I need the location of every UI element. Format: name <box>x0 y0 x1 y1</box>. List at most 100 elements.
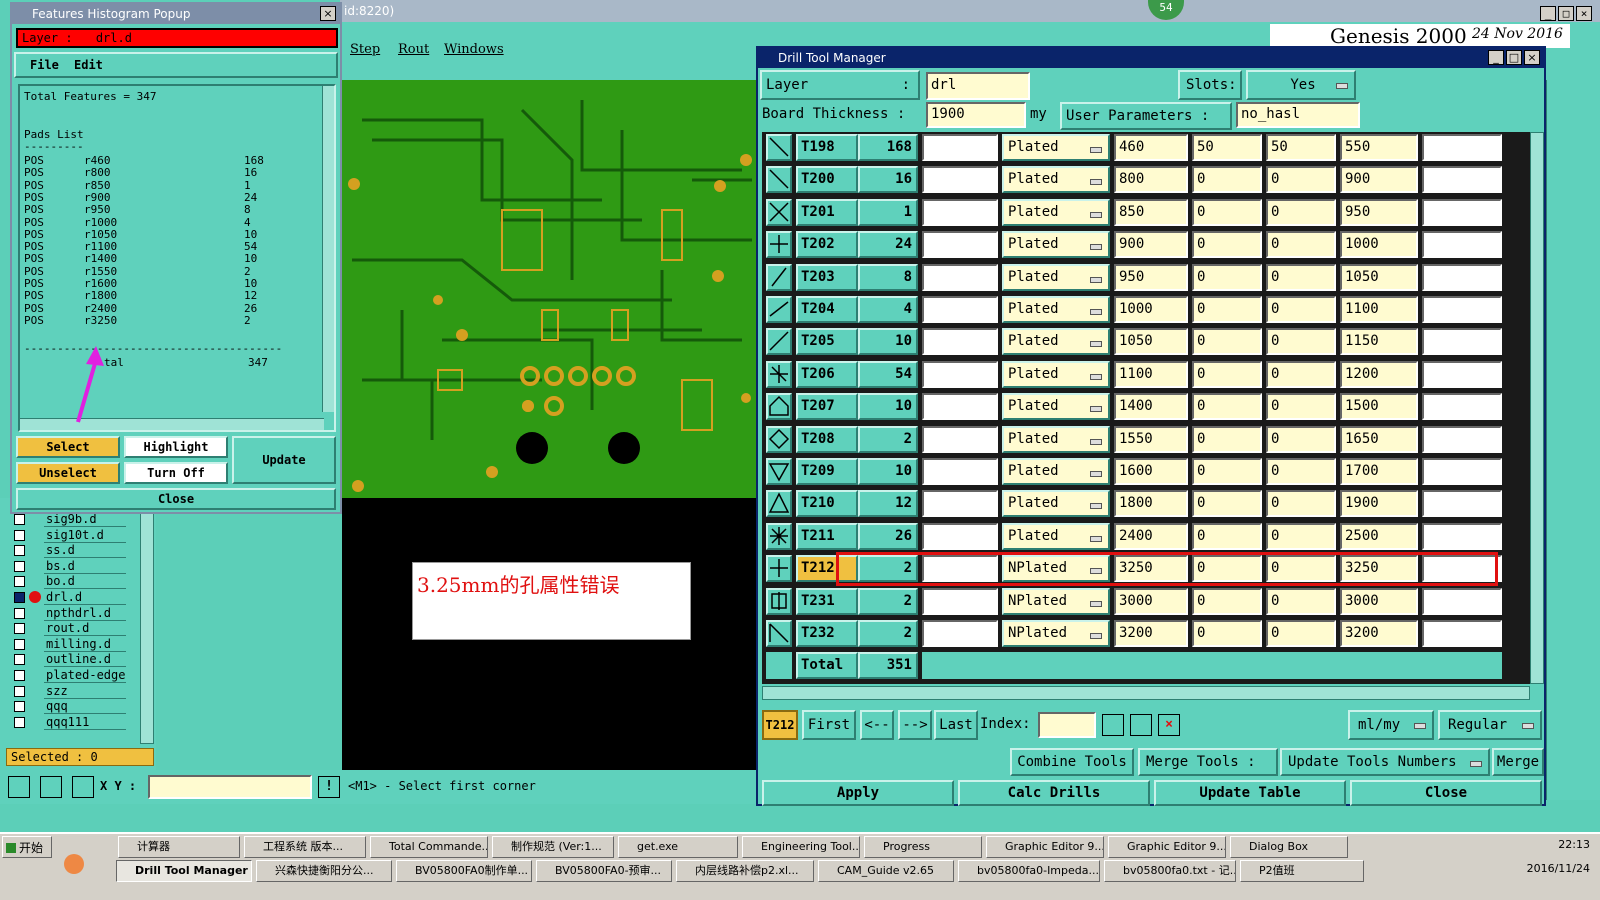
tool-value-field[interactable]: 0 <box>1192 231 1262 259</box>
tool-text-field[interactable] <box>922 587 998 615</box>
tool-value-field[interactable]: 1700 <box>1340 458 1418 485</box>
tool-value-field[interactable]: 1100 <box>1340 296 1418 323</box>
tool-text-field[interactable] <box>1422 620 1502 647</box>
menu-edit[interactable]: Edit <box>74 58 103 72</box>
close-icon[interactable]: × <box>1576 6 1592 21</box>
taskbar-button[interactable]: Drill Tool Manager <box>116 860 252 882</box>
layer-list-item[interactable]: sig10t.d <box>12 527 130 543</box>
tool-value-field[interactable]: 1000 <box>1340 231 1418 259</box>
maximize-icon[interactable]: □ <box>1506 50 1522 65</box>
tool-text-field[interactable] <box>922 328 998 356</box>
tool-type-select[interactable]: Plated <box>1002 166 1110 194</box>
tool-text-field[interactable] <box>922 425 998 453</box>
taskbar-button[interactable]: P2值班 <box>1240 860 1364 882</box>
tool-value-field[interactable]: 1400 <box>1114 393 1188 421</box>
tool-value-field[interactable]: 0 <box>1266 263 1336 291</box>
close-icon[interactable]: × <box>1524 50 1540 65</box>
tool-value-field[interactable]: 0 <box>1192 587 1262 615</box>
dtm-layer-input[interactable]: drl <box>926 72 1030 100</box>
layer-list-item[interactable]: bo.d <box>12 574 130 590</box>
taskbar-button[interactable]: Dialog Box <box>1230 836 1348 858</box>
taskbar-button[interactable]: 兴森快捷衡阳分公... <box>256 860 392 882</box>
tool-number[interactable]: T207 <box>796 393 858 421</box>
tool-value-field[interactable]: 3200 <box>1340 620 1418 647</box>
tool-number[interactable]: T202 <box>796 231 858 259</box>
layer-list-item[interactable]: qqq <box>12 699 130 715</box>
tool-type-select[interactable]: Plated <box>1002 458 1110 485</box>
taskbar-button[interactable]: Progress <box>864 836 982 858</box>
tool-value-field[interactable]: 0 <box>1192 328 1262 356</box>
update-table-button[interactable]: Update Table <box>1154 780 1346 806</box>
tool-text-field[interactable] <box>922 198 998 226</box>
tool-type-select[interactable]: Plated <box>1002 490 1110 518</box>
taskbar-button[interactable]: get.exe <box>618 836 738 858</box>
tool-value-field[interactable]: 1500 <box>1340 393 1418 421</box>
tool-text-field[interactable] <box>1422 166 1502 194</box>
taskbar-button[interactable]: CAM_Guide v2.65 <box>818 860 954 882</box>
tool-value-field[interactable]: 50 <box>1266 134 1336 161</box>
tool-text-field[interactable] <box>922 490 998 518</box>
tool-type-select[interactable]: NPlated <box>1002 587 1110 615</box>
menu-rout[interactable]: Rout <box>398 42 429 57</box>
apply-button[interactable]: Apply <box>762 780 954 806</box>
tool-number[interactable]: T231 <box>796 587 858 615</box>
tool-value-field[interactable]: 0 <box>1192 425 1262 453</box>
tool-text-field[interactable] <box>1422 393 1502 421</box>
combine-tools-button[interactable]: Combine Tools <box>1010 748 1134 776</box>
layer-checkbox[interactable] <box>14 685 25 697</box>
tool-text-field[interactable] <box>922 522 998 550</box>
update-button[interactable]: Update <box>232 436 336 484</box>
layer-checkbox[interactable] <box>14 716 25 728</box>
layer-list-item[interactable]: rout.d <box>12 621 130 637</box>
dtm-close-button[interactable]: Close <box>1350 780 1542 806</box>
tool-type-select[interactable]: Plated <box>1002 328 1110 356</box>
tool-value-field[interactable]: 0 <box>1266 328 1336 356</box>
tool-number[interactable]: T201 <box>796 198 858 226</box>
layer-list-item[interactable]: plated-edge <box>12 668 130 683</box>
tool-text-field[interactable] <box>1422 360 1502 388</box>
tool-value-field[interactable]: 3000 <box>1340 587 1418 615</box>
tool-text-field[interactable] <box>1422 328 1502 356</box>
layer-list-item[interactable]: milling.d <box>12 636 130 652</box>
tool-value-field[interactable]: 0 <box>1266 458 1336 485</box>
mode-select[interactable]: Regular <box>1438 710 1542 740</box>
tool-value-field[interactable]: 1050 <box>1114 328 1188 356</box>
tool-value-field[interactable]: 850 <box>1114 198 1188 226</box>
taskbar-button[interactable]: bv05800fa0.txt - 记... <box>1104 860 1236 882</box>
tool-value-field[interactable]: 950 <box>1114 263 1188 291</box>
layer-list-item[interactable]: drl.d <box>12 590 130 605</box>
highlight-button[interactable]: Highlight <box>124 436 228 458</box>
tool-value-field[interactable]: 800 <box>1114 166 1188 194</box>
minimize-icon[interactable]: _ <box>1488 50 1504 65</box>
layer-checkbox[interactable] <box>14 701 25 713</box>
layer-checkbox[interactable] <box>14 654 25 666</box>
tool-text-field[interactable] <box>1422 458 1502 485</box>
tool-value-field[interactable]: 1000 <box>1114 296 1188 323</box>
taskbar-button[interactable]: Engineering Tool... <box>742 836 860 858</box>
taskbar-button[interactable]: 制作规范 (Ver:1... <box>492 836 614 858</box>
corner-tool-icon[interactable] <box>8 776 30 798</box>
tool-value-field[interactable]: 0 <box>1266 425 1336 453</box>
tool-type-select[interactable]: Plated <box>1002 134 1110 161</box>
tool-number[interactable]: T209 <box>796 458 858 485</box>
tool-number[interactable]: T208 <box>796 425 858 453</box>
layer-checkbox[interactable] <box>14 529 25 541</box>
tool-value-field[interactable]: 900 <box>1114 231 1188 259</box>
tool-value-field[interactable]: 0 <box>1192 296 1262 323</box>
tool-text-field[interactable] <box>922 458 998 485</box>
start-button[interactable]: 开始 <box>2 836 52 858</box>
tool-number[interactable]: T204 <box>796 296 858 323</box>
layer-list-item[interactable]: npthdrl.d <box>12 605 130 621</box>
tool-value-field[interactable]: 0 <box>1266 620 1336 647</box>
tool-text-field[interactable] <box>1422 522 1502 550</box>
tool-value-field[interactable]: 0 <box>1266 490 1336 518</box>
tool-text-field[interactable] <box>922 166 998 194</box>
tool-text-field[interactable] <box>1422 425 1502 453</box>
taskbar-button[interactable]: Graphic Editor 9.... <box>986 836 1104 858</box>
tool-text-field[interactable] <box>922 393 998 421</box>
tool-type-select[interactable]: NPlated <box>1002 620 1110 647</box>
tool-value-field[interactable]: 1050 <box>1340 263 1418 291</box>
last-button[interactable]: Last <box>934 710 978 740</box>
grid-tool-icon[interactable] <box>72 776 94 798</box>
close-icon[interactable]: × <box>320 6 336 21</box>
